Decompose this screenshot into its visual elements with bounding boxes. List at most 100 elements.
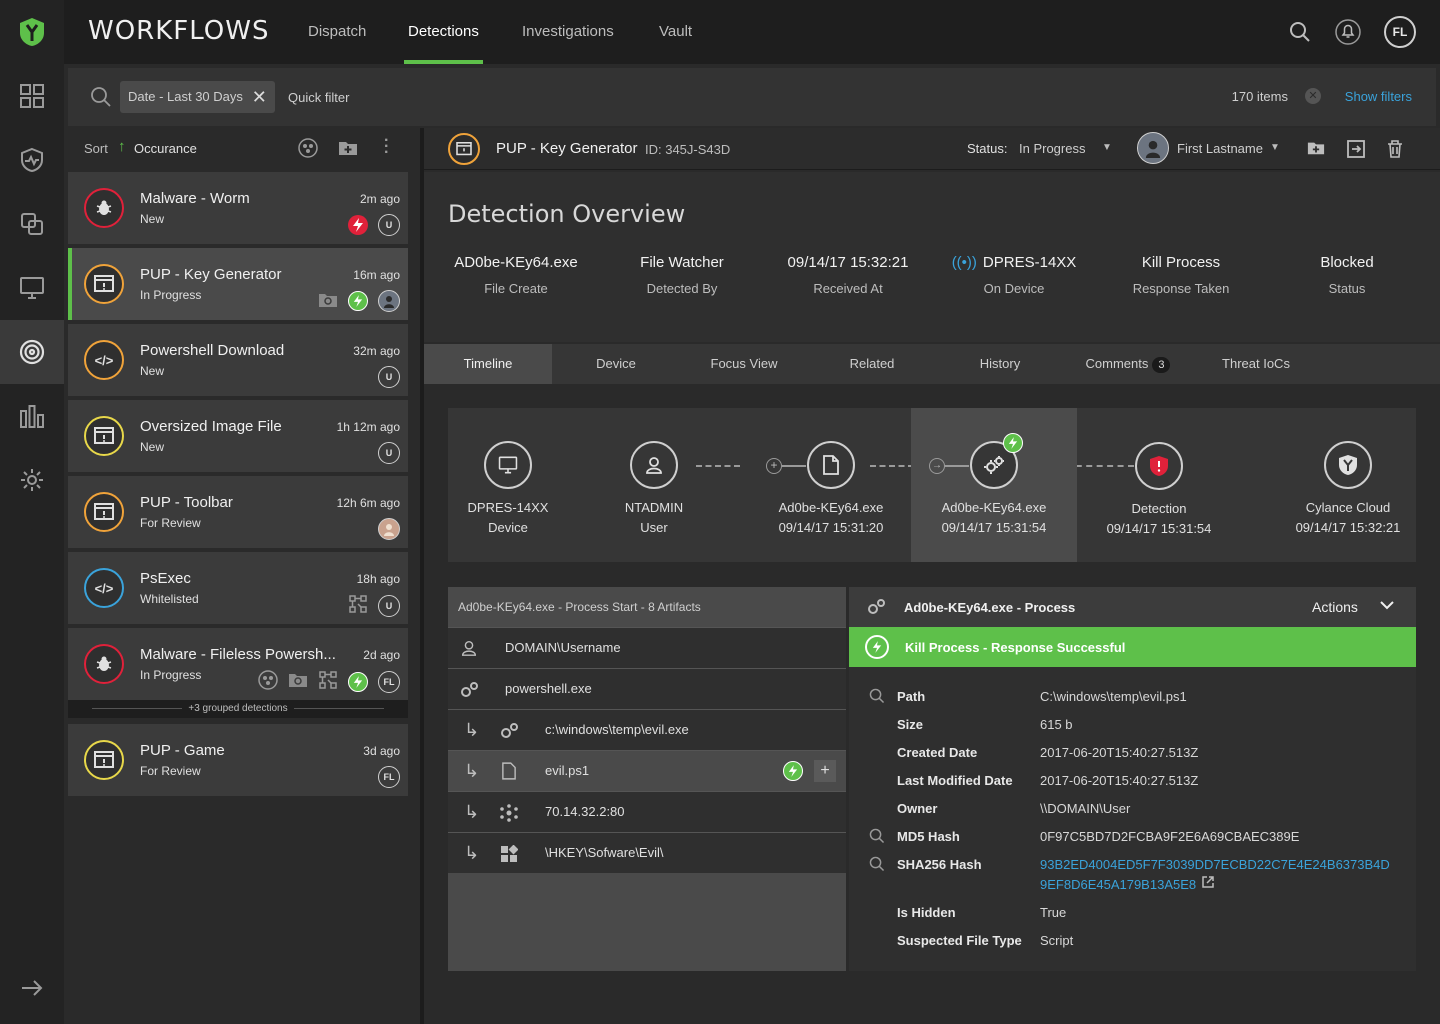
artifact-row[interactable]: DOMAIN\Username [448,627,846,668]
artifact-row[interactable]: ↳ 70.14.32.2:80 [448,791,846,832]
sort-label: Sort [84,141,108,156]
dashboard-icon[interactable] [0,64,64,128]
timeline-node-process[interactable]: → Ad0be-KEy64.exe 09/14/17 15:31:54 [911,408,1077,562]
card-title: PsExec [140,570,191,587]
status-label: Status: [967,141,1008,156]
list-item[interactable]: PUP - Game For Review 3d ago FL [68,724,408,796]
search-icon[interactable] [869,856,885,875]
grouped-detections[interactable]: +3 grouped detections [68,700,408,718]
search-icon[interactable] [869,828,885,847]
timeline-node-cloud[interactable]: Cylance Cloud 09/14/17 15:32:21 [1268,408,1428,562]
tab-timeline[interactable]: Timeline [424,344,552,384]
search-icon[interactable] [1284,16,1316,48]
actions-dropdown[interactable]: Actions [1312,599,1358,615]
clear-icon[interactable]: ✕ [1305,88,1321,104]
add-button[interactable]: + [814,760,836,782]
sort-value[interactable]: Occurance [134,141,197,156]
artifact-row[interactable]: ↳ evil.ps1 + [448,750,846,791]
chevron-down-icon[interactable]: ▼ [1102,142,1112,153]
code-icon: </> [84,568,124,608]
card-title: PUP - Game [140,742,225,759]
overview-response: Kill Process Response Taken [1132,254,1230,296]
bell-icon[interactable] [1332,16,1364,48]
copy-windows-icon[interactable] [0,192,64,256]
file-icon [807,441,855,489]
prop-value: 0F97C5BD7D2FCBA9F2E6A69CBAEC389E [1040,829,1300,844]
cluster-icon[interactable] [298,138,318,161]
assignee-dropdown[interactable]: First Lastname [1177,141,1263,156]
target-icon[interactable] [0,320,64,384]
sha256-link[interactable]: 9EF8D6E45A179B13A5E8 [1040,877,1196,892]
artifact-row[interactable]: ↳ \HKEY\Sofware\Evil\ [448,832,846,873]
tab-investigations[interactable]: Investigations [522,0,614,64]
date-filter-chip[interactable]: Date - Last 30 Days ✕ [120,81,275,113]
card-status: For Review [140,516,201,530]
bug-icon [84,188,124,228]
monitor-icon[interactable] [0,256,64,320]
add-folder-icon[interactable] [338,138,358,161]
card-title: PUP - Key Generator [140,266,282,283]
more-vertical-icon[interactable]: · · · [384,133,389,161]
card-title: PUP - Toolbar [140,494,233,511]
folder-search-icon [318,292,338,311]
shield-pulse-icon[interactable] [0,128,64,192]
tab-vault[interactable]: Vault [659,0,692,64]
tab-detections[interactable]: Detections [404,0,483,64]
tab-threat-iocs[interactable]: Threat IoCs [1192,344,1320,384]
user-avatar[interactable]: FL [1384,16,1416,48]
app-title: WORKFLOWS [88,16,270,46]
avatar: U [378,366,400,388]
list-item[interactable]: PUP - Key Generator In Progress 16m ago [68,248,408,320]
chevron-down-icon[interactable] [1379,597,1395,616]
trash-icon[interactable] [1386,139,1404,162]
avatar: U [378,214,400,236]
tab-dispatch[interactable]: Dispatch [308,0,366,64]
artifact-row[interactable]: powershell.exe [448,668,846,709]
external-link-icon[interactable] [1201,875,1215,892]
list-item[interactable]: Malware - Fileless Powersh... In Progres… [68,628,408,700]
avatar: FL [378,766,400,788]
tab-focus-view[interactable]: Focus View [680,344,808,384]
chevron-down-icon[interactable]: ▼ [1270,142,1280,153]
card-status: In Progress [140,668,202,682]
list-item[interactable]: PUP - Toolbar For Review 12h 6m ago [68,476,408,548]
timeline-node-file[interactable]: Ad0be-KEy64.exe 09/14/17 15:31:20 [751,408,911,562]
tab-history[interactable]: History [936,344,1064,384]
search-icon[interactable] [90,86,112,111]
arrow-right-icon[interactable] [0,956,64,1020]
detail-title: PUP - Key Generator [496,140,638,157]
bar-chart-icon[interactable] [0,384,64,448]
list-item[interactable]: </> PsExec Whitelisted 18h ago U [68,552,408,624]
gear-icon[interactable] [0,448,64,512]
arrow-up-icon[interactable]: ↑ [118,138,126,155]
card-time: 1h 12m ago [336,420,400,434]
status-dropdown[interactable]: In Progress [1019,141,1085,156]
prop-key: MD5 Hash [897,829,960,844]
tab-device[interactable]: Device [552,344,680,384]
brand-logo-icon[interactable] [0,0,64,64]
artifact-row[interactable]: ↳ c:\windows\temp\evil.exe [448,709,846,750]
export-icon[interactable] [1346,139,1366,162]
list-item[interactable]: Malware - Worm New 2m ago U [68,172,408,244]
tab-related[interactable]: Related [808,344,936,384]
card-status: New [140,212,165,226]
list-item[interactable]: Oversized Image File New 1h 12m ago U [68,400,408,472]
show-filters-link[interactable]: Show filters [1345,89,1412,104]
list-item[interactable]: </> Powershell Download New 32m ago U [68,324,408,396]
add-folder-icon[interactable] [1306,139,1326,160]
gears-icon [458,680,480,703]
search-icon[interactable] [869,688,885,707]
timeline-node-detection[interactable]: Detection 09/14/17 15:31:54 [1079,409,1239,563]
close-icon[interactable]: ✕ [252,81,267,113]
timeline-node-device[interactable]: DPRES-14XX Device [428,408,588,562]
bolt-icon [348,291,368,311]
tab-comments[interactable]: Comments 3 [1064,344,1192,384]
quick-filter-input[interactable] [288,81,688,113]
prop-key: Size [897,717,924,732]
gears-icon [498,721,520,744]
sha256-link[interactable]: 93B2ED4004ED5F7F3039DD7ECBD22C7E4E24B637… [1040,857,1390,872]
user-icon [630,441,678,489]
timeline-node-user[interactable]: NTADMIN User [574,408,734,562]
top-bar: WORKFLOWS Dispatch Detections Investigat… [64,0,1440,64]
process-panel: Ad0be-KEy64.exe - Process Actions Kill P… [849,587,1416,971]
